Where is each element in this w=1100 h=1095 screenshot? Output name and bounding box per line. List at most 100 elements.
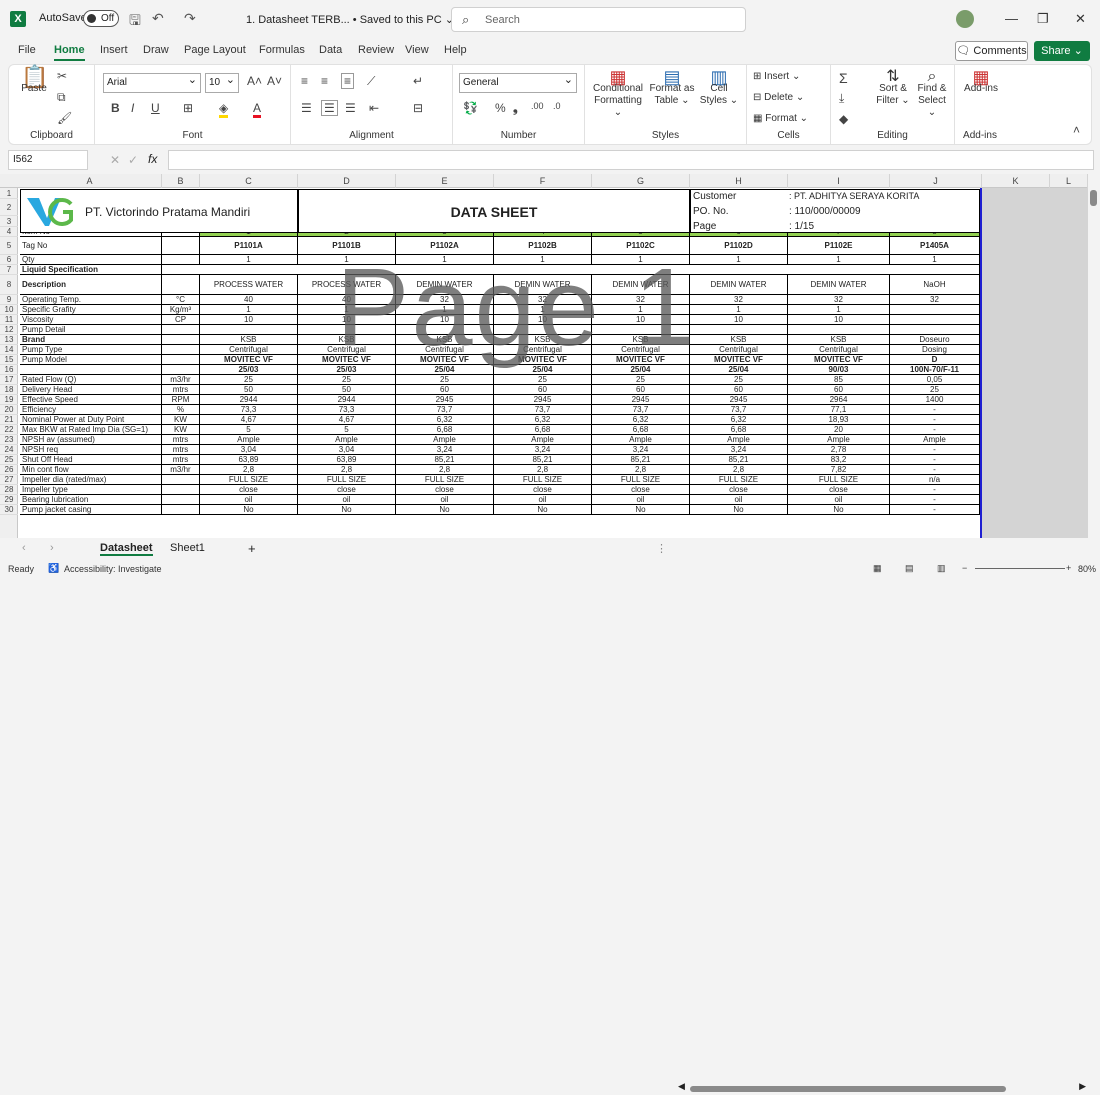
param-value[interactable]: FULL SIZE [200,475,298,485]
tag-no-value[interactable]: P1101B [298,237,396,255]
param-value[interactable]: MOVITEC VF [592,355,690,365]
param-unit[interactable] [162,475,200,485]
row-header[interactable]: 17 [0,375,18,385]
vertical-scroll-thumb[interactable] [1090,190,1097,206]
param-value[interactable]: No [788,505,890,515]
param-value[interactable]: MOVITEC VF [200,355,298,365]
param-value[interactable]: 6,68 [690,425,788,435]
param-value[interactable]: 60 [690,385,788,395]
param-label[interactable]: Specific Grafity [20,305,162,315]
param-value[interactable]: 1 [494,305,592,315]
tab-data[interactable]: Data [319,44,342,56]
description-unit[interactable] [162,275,200,295]
param-label[interactable]: Nominal Power at Duty Point [20,415,162,425]
param-unit[interactable]: Kg/m³ [162,305,200,315]
param-value[interactable]: 1 [396,305,494,315]
underline-icon[interactable]: U [151,101,160,115]
align-bottom-icon[interactable]: ≡ [341,73,355,89]
tab-options-icon[interactable]: ⋮ [656,542,667,555]
autosum-icon[interactable]: Σ [839,70,848,86]
tag-no-value[interactable]: P1102A [396,237,494,255]
param-value[interactable]: 63,89 [298,455,396,465]
column-header[interactable]: L [1050,174,1088,188]
increase-decimal-icon[interactable]: .00 [531,101,544,111]
param-value[interactable]: 32 [690,295,788,305]
cell-styles-button[interactable]: ▥ Cell Styles ⌄ [699,68,739,107]
borders-icon[interactable]: ⊞ [183,101,193,115]
param-value[interactable]: 3,04 [298,445,396,455]
sort-filter-button[interactable]: ⇅ Sort & Filter ⌄ [875,69,911,107]
param-value[interactable]: MOVITEC VF [396,355,494,365]
document-title[interactable]: 1. Datasheet TERB... • Saved to this PC … [246,13,454,26]
param-value[interactable]: 6,68 [396,425,494,435]
qty-value[interactable]: 1 [494,255,592,265]
param-value[interactable]: 1 [298,305,396,315]
param-value[interactable]: 2944 [298,395,396,405]
param-value[interactable]: close [690,485,788,495]
param-value[interactable]: 25 [690,375,788,385]
param-value[interactable]: 10 [298,315,396,325]
tab-home[interactable]: Home [54,44,85,61]
description-value[interactable]: PROCESS WATER [298,275,396,295]
param-value[interactable]: 2,8 [494,465,592,475]
param-value[interactable]: Ample [396,435,494,445]
param-value[interactable]: 0,05 [890,375,980,385]
row-header[interactable]: 18 [0,385,18,395]
param-unit[interactable]: °C [162,295,200,305]
param-value[interactable]: 4,67 [200,415,298,425]
param-value[interactable]: 60 [788,385,890,395]
row-header[interactable]: 12 [0,325,18,335]
param-value[interactable]: 32 [592,295,690,305]
qty-value[interactable]: 1 [200,255,298,265]
param-value[interactable]: 3,24 [690,445,788,455]
param-value[interactable]: 3,24 [494,445,592,455]
row-header[interactable]: 29 [0,495,18,505]
row-header[interactable]: 19 [0,395,18,405]
qty-value[interactable]: 1 [592,255,690,265]
param-unit[interactable]: m3/hr [162,465,200,475]
param-value[interactable]: 60 [592,385,690,395]
param-value[interactable]: KSB [690,335,788,345]
column-header[interactable]: I [788,174,890,188]
enter-icon[interactable]: ✓ [128,153,138,167]
param-value[interactable]: Dosing [890,345,980,355]
param-value[interactable]: 2945 [690,395,788,405]
tab-help[interactable]: Help [444,44,467,56]
param-value[interactable]: 85 [788,375,890,385]
page-break-view-icon[interactable]: ▥ [937,563,946,574]
param-value[interactable]: - [890,415,980,425]
param-value[interactable]: Centrifugal [690,345,788,355]
param-label[interactable]: Pump jacket casing [20,505,162,515]
save-icon[interactable]: 🖫 [129,10,141,34]
liquid-spec-blank[interactable] [162,265,980,275]
add-ins-button[interactable]: ▦ Add-ins [961,68,1001,95]
param-value[interactable]: 25 [890,385,980,395]
param-value[interactable]: Ample [298,435,396,445]
param-value[interactable] [890,305,980,315]
next-sheet-icon[interactable]: › [50,542,54,554]
param-value[interactable]: 25 [298,375,396,385]
param-value[interactable]: 2,8 [690,465,788,475]
prev-sheet-icon[interactable]: ‹ [22,542,26,554]
column-header[interactable]: K [982,174,1050,188]
param-value[interactable]: FULL SIZE [396,475,494,485]
comments-button[interactable]: 🗨 Comments [955,41,1028,61]
comma-icon[interactable]: ❟ [513,101,518,116]
share-button[interactable]: Share ⌄ [1034,41,1090,61]
param-value[interactable] [690,325,788,335]
param-value[interactable]: No [396,505,494,515]
param-value[interactable]: KSB [298,335,396,345]
param-value[interactable]: close [396,485,494,495]
param-unit[interactable] [162,335,200,345]
row-header[interactable]: 10 [0,305,18,315]
param-value[interactable]: 20 [788,425,890,435]
param-value[interactable]: 1400 [890,395,980,405]
undo-icon[interactable]: ↶ [152,10,164,27]
tab-file[interactable]: File [18,44,36,56]
column-header[interactable]: D [298,174,396,188]
param-value[interactable]: FULL SIZE [298,475,396,485]
wrap-text-icon[interactable]: ↵ [413,74,423,88]
copy-icon[interactable]: ⧉ [57,90,66,105]
page-layout-view-icon[interactable]: ▤ [905,563,914,574]
param-value[interactable] [298,325,396,335]
